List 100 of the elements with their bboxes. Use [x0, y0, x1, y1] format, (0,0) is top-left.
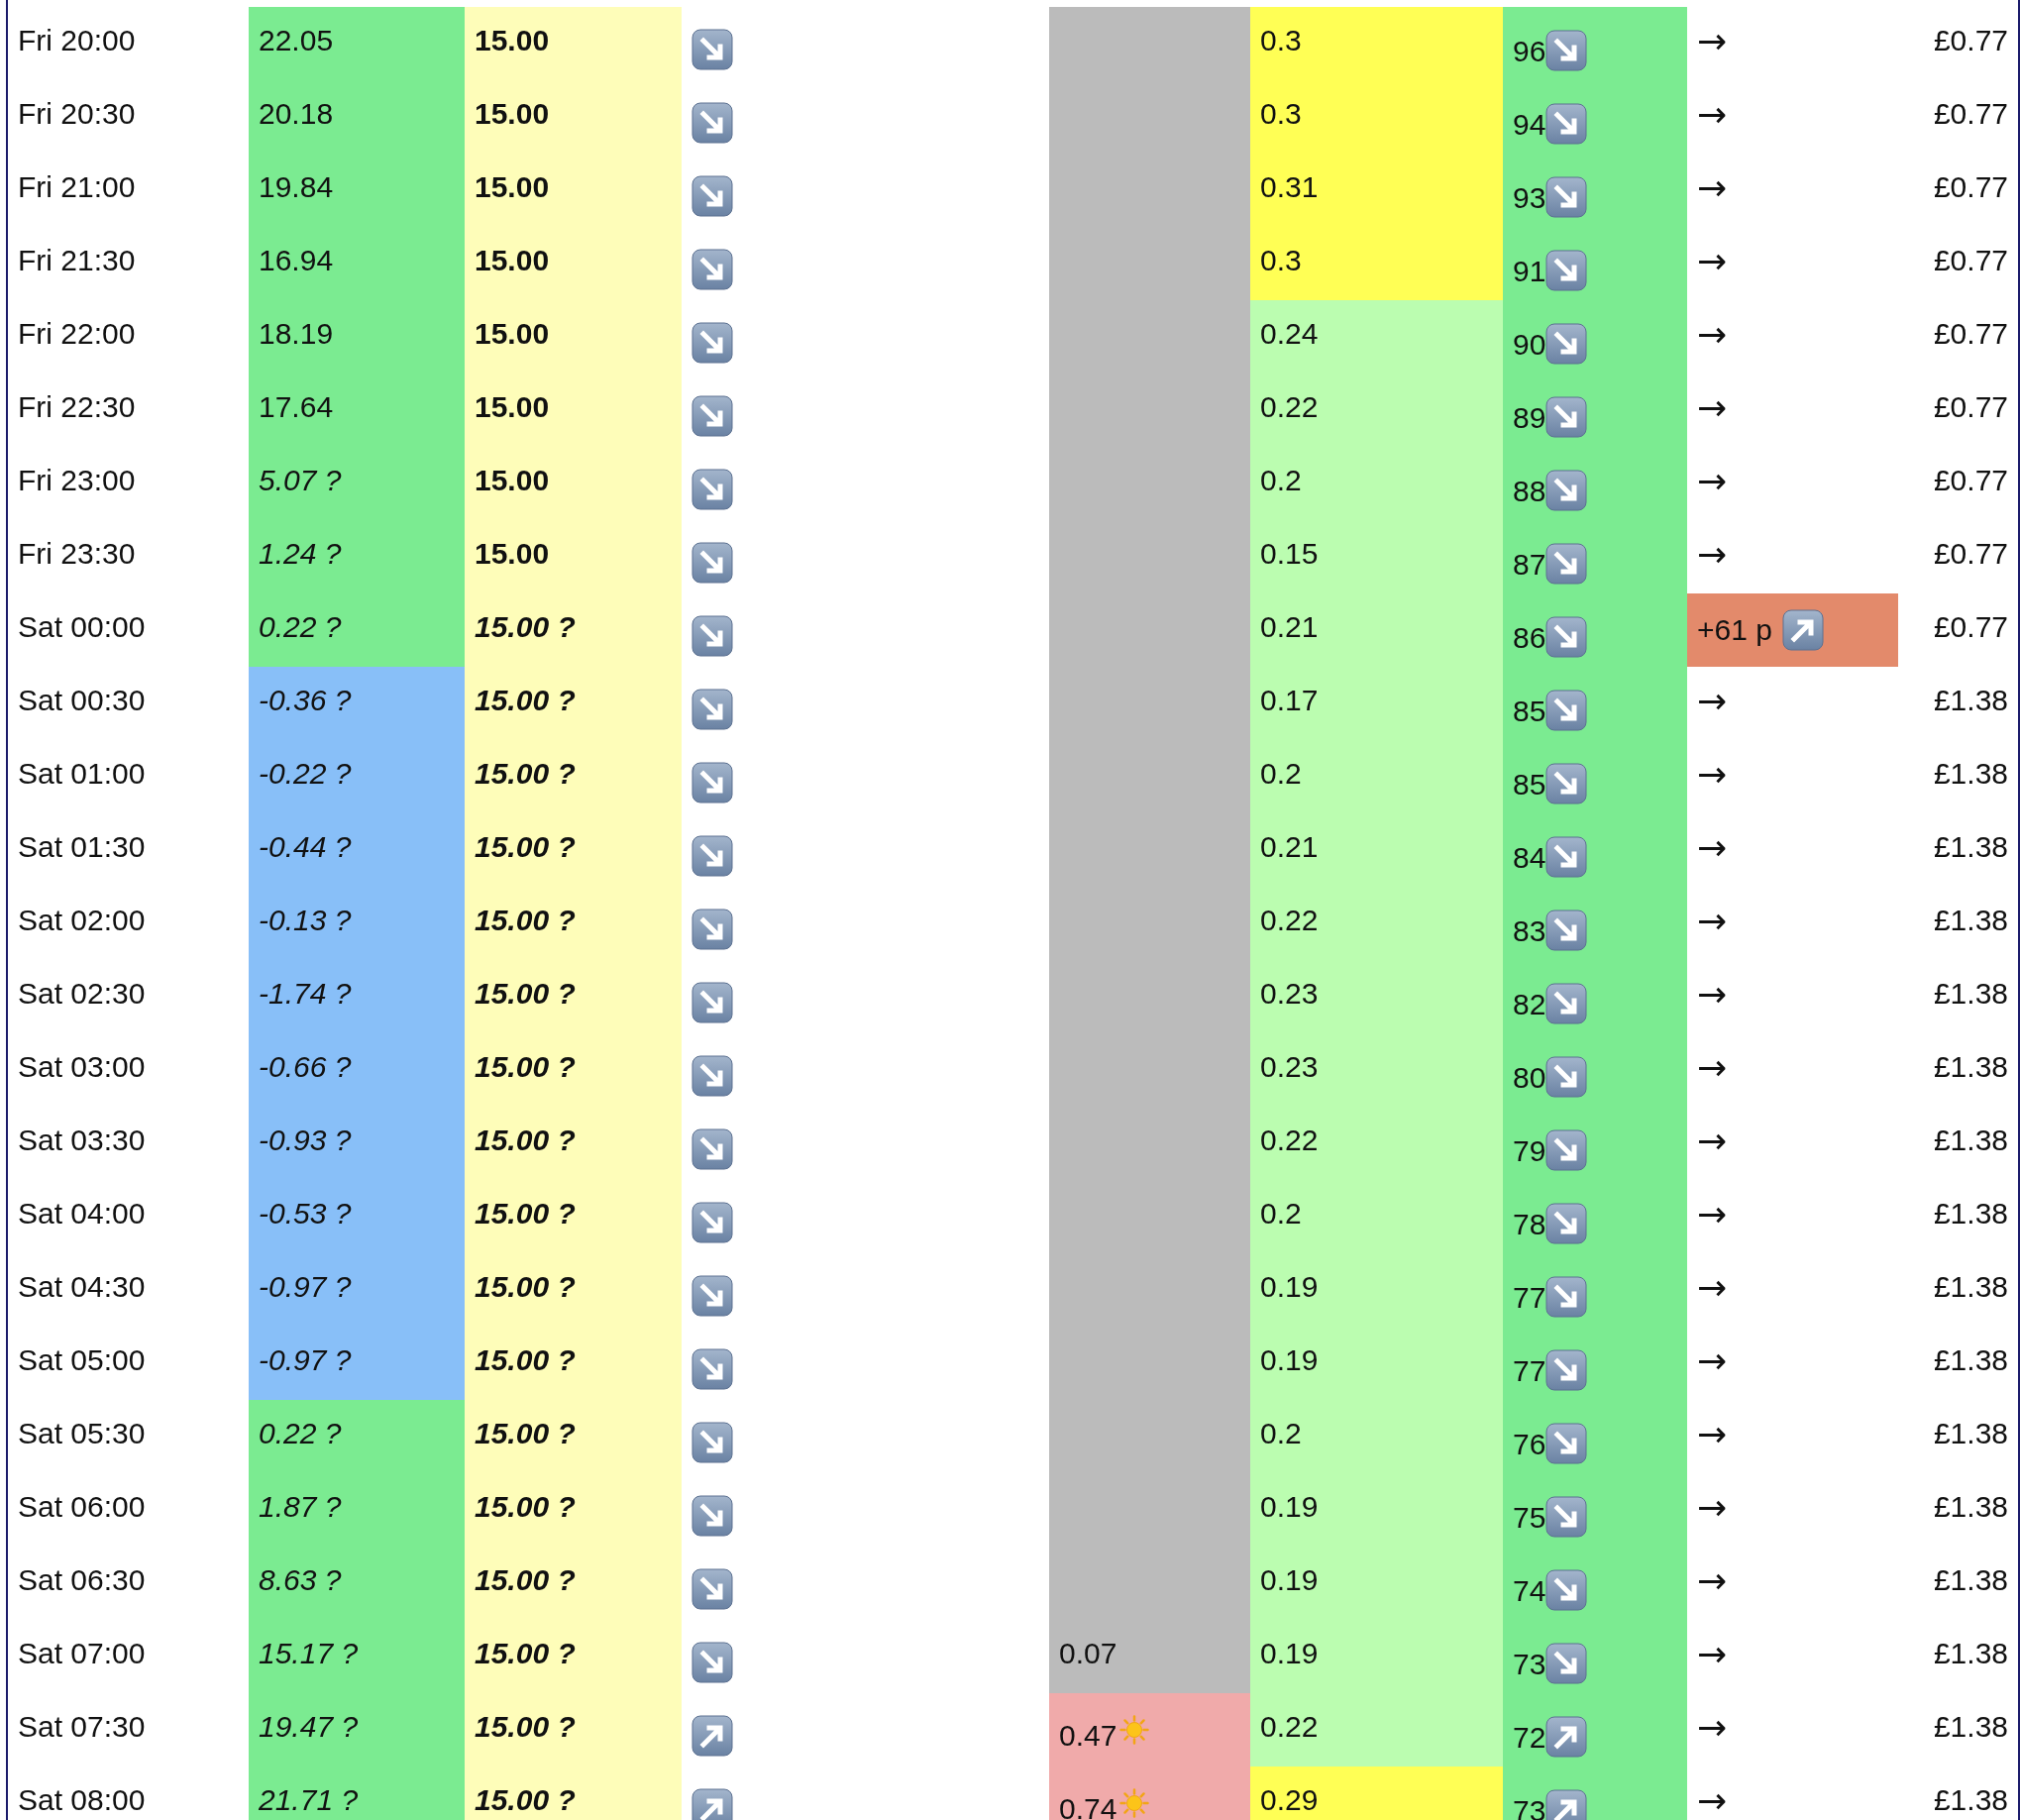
time-text: Fri 20:00 — [18, 24, 136, 57]
cell-text: 77 — [1513, 1281, 1546, 1315]
price-text: £0.77 — [1933, 610, 2008, 644]
table-cell: 15.00 ? — [465, 1400, 682, 1473]
table-cell: -0.93 ? — [249, 1107, 465, 1180]
time-text: Sat 03:30 — [18, 1124, 146, 1157]
price-text: £1.38 — [1933, 977, 2008, 1011]
cell-text: 78 — [1513, 1208, 1546, 1241]
time-text: Fri 21:30 — [18, 244, 136, 277]
cell-text: 80 — [1513, 1061, 1546, 1095]
table-cell: 15.00 ? — [465, 1107, 682, 1180]
cell-text: 77 — [1513, 1354, 1546, 1388]
arrow-text: → — [1697, 1047, 1728, 1088]
time-text: Fri 21:00 — [18, 170, 136, 204]
table-cell: 5.07 ? — [249, 447, 465, 520]
table-cell: 0.19 — [1250, 1253, 1503, 1327]
table-cell: -0.36 ? — [249, 667, 465, 740]
sun-icon — [1118, 1714, 1151, 1746]
price-text: £0.77 — [1933, 390, 2008, 424]
table-cell: 15.00 — [465, 447, 682, 520]
time-text: Sat 05:00 — [18, 1343, 146, 1377]
table-cell: 15.00 ? — [465, 667, 682, 740]
time-text: Sat 06:30 — [18, 1563, 146, 1597]
price-text: £1.38 — [1933, 1783, 2008, 1817]
arrow-text: → — [1697, 974, 1728, 1015]
table-cell: 15.00 ? — [465, 593, 682, 667]
cell-text: 0.47 — [1059, 1719, 1117, 1753]
time-text: Sat 02:30 — [18, 977, 146, 1011]
table-cell: -1.74 ? — [249, 960, 465, 1033]
price-text: £0.77 — [1933, 170, 2008, 204]
table-cell: 0.2 — [1250, 1400, 1503, 1473]
table-cell: 1.24 ? — [249, 520, 465, 593]
price-text: £1.38 — [1933, 830, 2008, 864]
table-cell: 15.00 ? — [465, 1547, 682, 1620]
cell-text: 86 — [1513, 621, 1546, 655]
table-cell: 0.22 — [1250, 887, 1503, 960]
price-change-text: +61 p — [1697, 613, 1772, 647]
time-text: Fri 22:00 — [18, 317, 136, 351]
arrow-text: → — [1697, 1780, 1728, 1820]
table-cell: 0.22 ? — [249, 593, 465, 667]
cell-text: 74 — [1513, 1574, 1546, 1608]
price-text: £1.38 — [1933, 1124, 2008, 1157]
table-cell: -0.22 ? — [249, 740, 465, 813]
table-cell: 0.29 — [1250, 1766, 1503, 1820]
price-text: £1.38 — [1933, 1563, 2008, 1597]
table-cell: 0.31 — [1250, 154, 1503, 227]
time-text: Sat 08:00 — [18, 1783, 146, 1817]
table-cell: 19.47 ? — [249, 1693, 465, 1766]
cell-text: 79 — [1513, 1134, 1546, 1168]
table-cell: 22.05 — [249, 7, 465, 80]
table-cell: 15.00 — [465, 520, 682, 593]
table-cell: 15.00 ? — [465, 1180, 682, 1253]
price-text: £1.38 — [1933, 1417, 2008, 1450]
table-cell: 0.22 — [1250, 1693, 1503, 1766]
table-cell: 0.2 — [1250, 447, 1503, 520]
price-text: £1.38 — [1933, 1050, 2008, 1084]
arrow-text: → — [1697, 314, 1728, 355]
arrow-text: → — [1697, 241, 1728, 281]
cell-text: 89 — [1513, 401, 1546, 435]
table-cell: -0.66 ? — [249, 1033, 465, 1107]
price-text: £0.77 — [1933, 537, 2008, 571]
table-cell: 15.00 ? — [465, 813, 682, 887]
arrow-text: → — [1697, 1414, 1728, 1454]
time-text: Sat 04:00 — [18, 1197, 146, 1231]
table-cell: 15.00 ? — [465, 1473, 682, 1547]
arrow-text: → — [1697, 1267, 1728, 1308]
table-cell: 15.00 ? — [465, 960, 682, 1033]
table-cell: 15.00 ? — [465, 740, 682, 813]
table-cell: 0.17 — [1250, 667, 1503, 740]
price-text: £0.77 — [1933, 317, 2008, 351]
cell-text: 85 — [1513, 768, 1546, 802]
cell-text: 90 — [1513, 328, 1546, 362]
table-cell: 15.00 ? — [465, 1327, 682, 1400]
table-cell: 15.00 ? — [465, 1033, 682, 1107]
table-cell: 0.3 — [1250, 227, 1503, 300]
time-text: Sat 07:00 — [18, 1637, 146, 1670]
table-cell: 0.19 — [1250, 1620, 1503, 1693]
time-text: Sat 07:30 — [18, 1710, 146, 1744]
cell-text: 87 — [1513, 548, 1546, 582]
table-cell: 16.94 — [249, 227, 465, 300]
table-cell: 15.17 ? — [249, 1620, 465, 1693]
table-cell: 15.00 — [465, 227, 682, 300]
arrow-text: → — [1697, 1121, 1728, 1161]
table-cell: -0.97 ? — [249, 1253, 465, 1327]
table-cell: 15.00 — [465, 154, 682, 227]
arrow-text: → — [1697, 901, 1728, 941]
arrow-text: → — [1697, 1194, 1728, 1234]
table-cell: 20.18 — [249, 80, 465, 154]
table-cell: 0.3 — [1250, 7, 1503, 80]
time-text: Sat 00:30 — [18, 684, 146, 717]
cell-text: 72 — [1513, 1721, 1546, 1755]
arrow-text: → — [1697, 681, 1728, 721]
sun-icon — [1118, 1787, 1151, 1819]
time-text: Fri 22:30 — [18, 390, 136, 424]
table-cell: 0.24 — [1250, 300, 1503, 374]
cell-text: 0.74 — [1059, 1792, 1117, 1820]
time-text: Sat 01:30 — [18, 830, 146, 864]
cell-text: 75 — [1513, 1501, 1546, 1535]
cell-text: 83 — [1513, 914, 1546, 948]
cell-text: 0.07 — [1059, 1637, 1117, 1670]
